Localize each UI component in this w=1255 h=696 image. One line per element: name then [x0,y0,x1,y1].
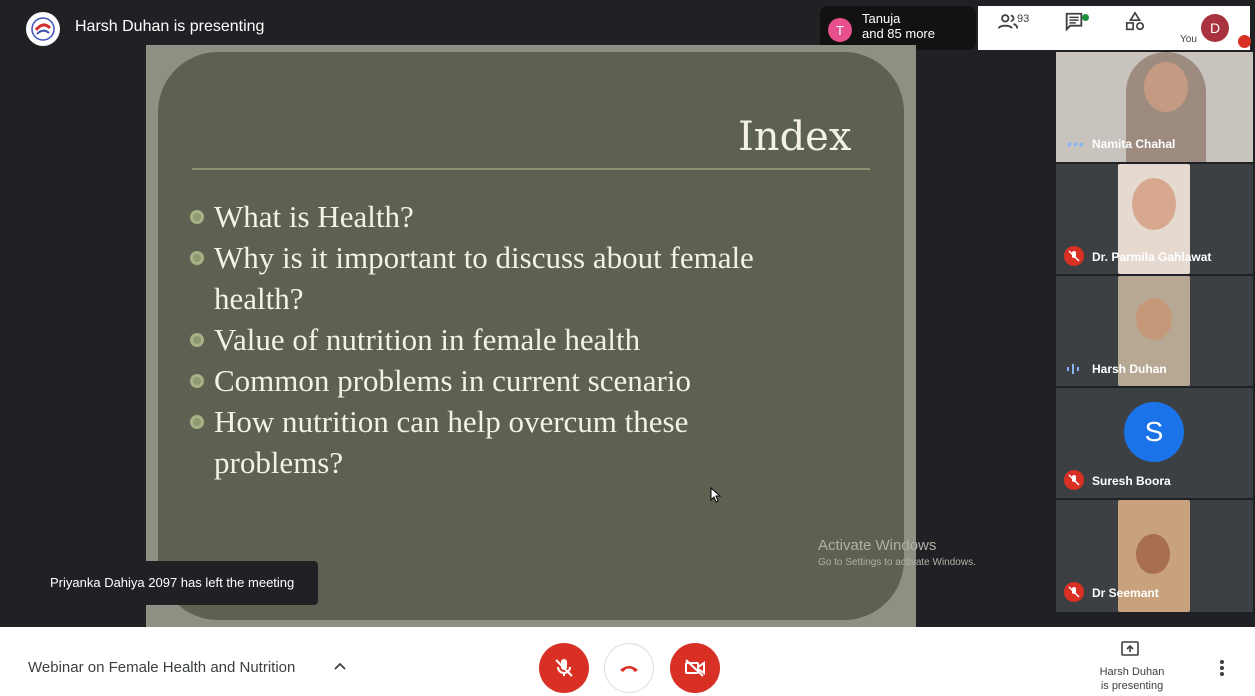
mic-off-icon [1064,470,1084,490]
participant-face [1136,298,1172,340]
people-count: 93 [1017,13,1030,25]
participant-tile[interactable]: S Suresh Boora [1056,388,1253,498]
spotlight-more: and 85 more [862,26,935,41]
presenting-title: Harsh Duhan is presenting [75,18,265,35]
slide-title: Index [738,114,852,160]
bullet-text: Common problems in current scenario [214,363,691,398]
bullet-icon [190,333,204,347]
bullet-text: Value of nutrition in female health [214,322,641,357]
more-dots-icon: ••• [1067,136,1085,152]
speaking-indicator-icon [1066,362,1080,380]
participant-tile[interactable]: Dr. Parmila Gahlawat [1056,164,1253,274]
left-meeting-toast: Priyanka Dahiya 2097 has left the meetin… [28,561,318,605]
windows-watermark-subtitle: Go to Settings to activate Windows. [818,557,976,568]
bullet-icon [190,415,204,429]
logo-icon [26,12,60,46]
participant-face [1136,534,1170,574]
spotlight-participants[interactable]: T Tanuja and 85 more [820,6,976,50]
avatar: S [1124,402,1184,462]
list-item: How nutrition can help overcum these pro… [190,401,850,483]
mic-off-icon [1064,246,1084,266]
participant-name: Harsh Duhan [1092,362,1167,376]
bullet-icon [190,374,204,388]
mic-off-icon [1064,582,1084,602]
chevron-up-icon[interactable] [333,659,347,678]
end-call-icon [620,666,638,672]
chat-notification-dot [1082,14,1089,21]
bullet-text: How nutrition can help overcum these pro… [214,404,689,480]
bullet-text: Why is it important to discuss about fem… [214,240,754,316]
list-item: Why is it important to discuss about fem… [190,237,850,319]
spotlight-name: Tanuja [862,11,901,26]
camera-toggle-button[interactable] [670,643,720,693]
avatar[interactable]: D [1201,14,1229,42]
list-item: What is Health? [190,196,850,237]
list-item: Value of nutrition in female health [190,319,850,360]
spotlight-label: Tanuja and 85 more [862,11,935,41]
you-label: You [1180,34,1197,45]
mic-off-icon [1238,35,1251,48]
camera-off-icon [685,659,705,677]
mic-off-icon [555,659,573,677]
divider [192,168,870,170]
windows-watermark-title: Activate Windows [818,537,937,554]
presenter-status[interactable]: Harsh Duhan is presenting [1096,665,1168,693]
activities-icon[interactable] [1121,10,1149,34]
meeting-title[interactable]: Webinar on Female Health and Nutrition [28,659,295,676]
present-screen-icon[interactable] [1120,640,1140,663]
participant-face [1144,62,1188,112]
bullet-list: What is Health? Why is it important to d… [190,196,850,483]
mouse-cursor-icon [710,486,722,508]
participant-name: Suresh Boora [1092,474,1171,488]
participant-name: Namita Chahal [1092,137,1176,151]
participant-tile[interactable]: ••• Namita Chahal [1056,52,1253,162]
bullet-icon [190,251,204,265]
more-vert-icon[interactable] [1218,658,1226,683]
bullet-text: What is Health? [214,199,414,234]
presenter-name: Harsh Duhan [1099,666,1165,678]
participant-tile[interactable]: Dr Seemant [1056,500,1253,612]
participant-face [1132,178,1176,230]
participant-name: Dr. Parmila Gahlawat [1092,250,1212,264]
presenter-state: is presenting [1100,680,1164,692]
bullet-icon [190,210,204,224]
list-item: Common problems in current scenario [190,360,850,401]
participant-tile[interactable]: Harsh Duhan [1056,276,1253,386]
end-call-button[interactable] [604,643,654,693]
participant-name: Dr Seemant [1092,586,1159,600]
mic-toggle-button[interactable] [539,643,589,693]
avatar: T [828,18,852,42]
